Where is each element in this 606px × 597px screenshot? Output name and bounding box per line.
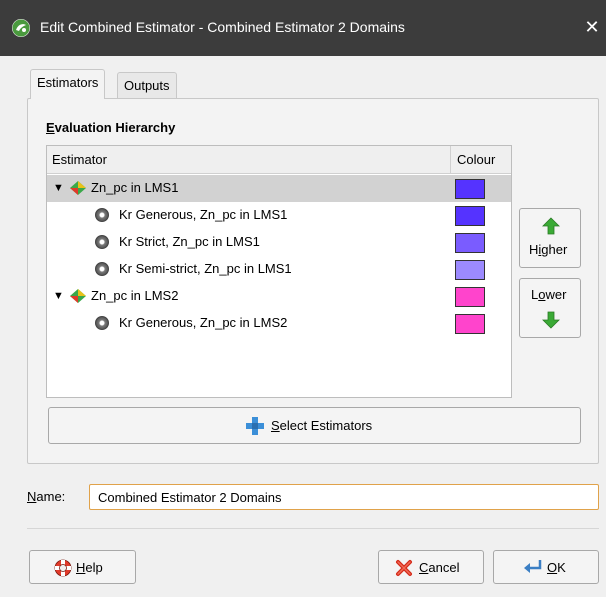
table-header: Estimator Colour (47, 146, 511, 174)
colour-swatch[interactable] (455, 206, 485, 226)
column-header-estimator[interactable]: Estimator (52, 152, 107, 167)
colour-swatch[interactable] (455, 179, 485, 199)
colour-swatch[interactable] (455, 260, 485, 280)
row-label: Kr Generous, Zn_pc in LMS2 (119, 315, 288, 330)
lower-label: Lower (531, 287, 567, 302)
row-label: Zn_pc in LMS2 (91, 288, 179, 303)
app-icon (12, 19, 30, 37)
tab-estimators[interactable]: Estimators (30, 69, 106, 99)
red-x-icon (396, 560, 412, 576)
green-down-arrow-icon (542, 311, 560, 329)
table-row[interactable]: Kr Semi-strict, Zn_pc in LMS1 (47, 256, 511, 283)
tab-outputs[interactable]: Outputs (117, 72, 177, 100)
kriging-estimator-icon (95, 262, 109, 276)
table-row[interactable]: ▼ Zn_pc in LMS2 (47, 283, 511, 310)
kriging-estimator-icon (95, 235, 109, 249)
enter-arrow-icon (524, 560, 542, 573)
table-row[interactable]: Kr Generous, Zn_pc in LMS2 (47, 310, 511, 337)
kriging-estimator-icon (95, 208, 109, 222)
column-separator (450, 146, 451, 174)
ok-label: OK (547, 560, 566, 575)
kriging-estimator-icon (95, 316, 109, 330)
expand-arrow-icon[interactable]: ▼ (53, 288, 64, 304)
name-input[interactable] (89, 484, 599, 510)
green-up-arrow-icon (542, 217, 560, 235)
combined-estimator-icon (70, 181, 86, 195)
window-title: Edit Combined Estimator - Combined Estim… (40, 19, 405, 35)
divider (27, 528, 599, 529)
row-label: Kr Generous, Zn_pc in LMS1 (119, 207, 288, 222)
evaluation-hierarchy-table[interactable]: Estimator Colour ▼ Zn_pc in LMS1 Kr Gene… (46, 145, 512, 398)
cancel-label: Cancel (419, 560, 460, 575)
colour-swatch[interactable] (455, 287, 485, 307)
name-label: Name: (27, 489, 66, 504)
expand-arrow-icon[interactable]: ▼ (53, 180, 64, 196)
colour-swatch[interactable] (455, 314, 485, 334)
help-label: Help (76, 560, 103, 575)
ok-button[interactable]: OK (493, 550, 599, 584)
lifebuoy-icon (54, 559, 72, 577)
row-label: Kr Semi-strict, Zn_pc in LMS1 (119, 261, 292, 276)
row-label: Zn_pc in LMS1 (91, 180, 179, 195)
lower-button[interactable]: Lower (519, 278, 581, 338)
combined-estimator-icon (70, 289, 86, 303)
cancel-button[interactable]: Cancel (378, 550, 484, 584)
colour-swatch[interactable] (455, 233, 485, 253)
table-row[interactable]: ▼ Zn_pc in LMS1 (47, 175, 511, 202)
higher-button[interactable]: Higher (519, 208, 581, 268)
select-estimators-label: Select Estimators (271, 418, 373, 433)
row-label: Kr Strict, Zn_pc in LMS1 (119, 234, 260, 249)
column-header-colour[interactable]: Colour (457, 152, 495, 167)
higher-label: Higher (529, 242, 568, 257)
table-row[interactable]: Kr Strict, Zn_pc in LMS1 (47, 229, 511, 256)
help-button[interactable]: Help (29, 550, 136, 584)
table-row[interactable]: Kr Generous, Zn_pc in LMS1 (47, 202, 511, 229)
evaluation-hierarchy-title: Evaluation Hierarchy (46, 120, 176, 135)
close-icon[interactable]: ✕ (582, 14, 602, 40)
select-estimators-button[interactable]: Select Estimators (48, 407, 581, 444)
title-bar: Edit Combined Estimator - Combined Estim… (0, 0, 606, 56)
blue-plus-icon (246, 417, 264, 435)
